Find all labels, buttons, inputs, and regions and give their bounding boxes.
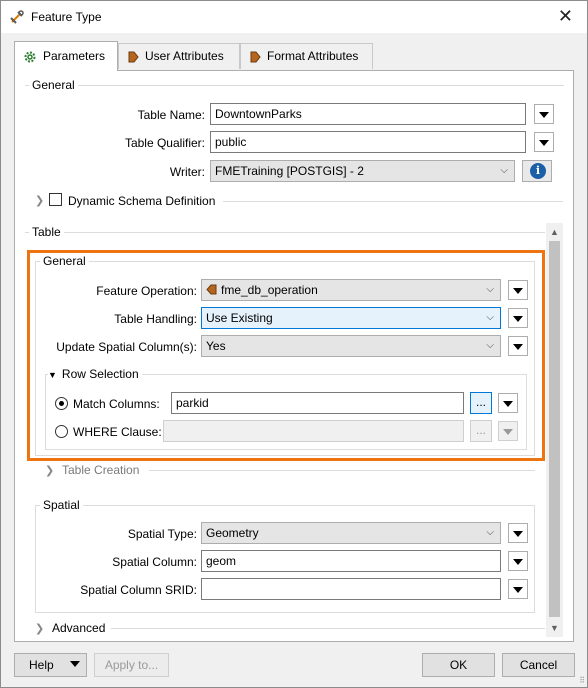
chevron-right-icon[interactable]: ❯ <box>35 194 44 207</box>
spatial-column-menu-button[interactable] <box>508 551 528 571</box>
spatial-type-value: Geometry <box>206 526 259 540</box>
cancel-button[interactable]: Cancel <box>502 653 575 677</box>
chevron-down-icon <box>513 531 523 537</box>
spatial-type-menu-button[interactable] <box>508 523 528 543</box>
writer-select[interactable]: FMETraining [POSTGIS] - 2 ⌵ <box>210 160 515 182</box>
arrow-tag-icon <box>128 51 139 63</box>
divider <box>149 470 535 471</box>
table-name-input[interactable]: DowntownParks <box>210 103 526 125</box>
chevron-down-icon: ⌵ <box>486 527 494 538</box>
tab-format-attributes-label: Format Attributes <box>267 49 359 63</box>
chevron-right-icon[interactable]: ❯ <box>45 464 54 477</box>
arrow-tag-icon <box>250 51 261 63</box>
tab-parameters-label: Parameters <box>43 49 106 63</box>
chevron-down-icon <box>513 559 523 565</box>
divider <box>111 628 545 629</box>
tab-parameters[interactable]: Parameters <box>14 41 118 71</box>
table-creation-label[interactable]: Table Creation <box>62 463 139 477</box>
spatial-srid-menu-button[interactable] <box>508 579 528 599</box>
writer-value: FMETraining [POSTGIS] - 2 <box>215 164 364 178</box>
spatial-legend: Spatial <box>40 498 83 512</box>
scroll-down-icon[interactable]: ▼ <box>550 623 559 633</box>
apply-to-button[interactable]: Apply to... <box>94 653 169 677</box>
resize-grip-icon[interactable]: ⠿ <box>579 676 585 685</box>
wrench-icon <box>10 10 24 24</box>
close-icon[interactable]: ✕ <box>558 6 573 27</box>
gear-icon <box>24 51 36 63</box>
vertical-scrollbar[interactable]: ▲ ▼ <box>546 223 563 637</box>
table-qualifier-input[interactable]: public <box>210 131 526 153</box>
help-button-label: Help <box>29 658 54 672</box>
table-name-menu-button[interactable] <box>534 104 554 124</box>
tab-format-attributes[interactable]: Format Attributes <box>240 43 373 69</box>
spatial-srid-input[interactable] <box>201 578 501 600</box>
scroll-up-icon[interactable]: ▲ <box>550 227 559 237</box>
table-qualifier-label: Table Qualifier: <box>124 136 205 150</box>
title-bar: Feature Type ✕ <box>1 1 587 33</box>
writer-label: Writer: <box>169 165 205 179</box>
help-button[interactable]: Help <box>14 653 87 677</box>
tab-user-attributes[interactable]: User Attributes <box>118 43 240 69</box>
table-qualifier-menu-button[interactable] <box>534 132 554 152</box>
table-name-label: Table Name: <box>137 108 205 122</box>
chevron-down-icon <box>70 661 80 667</box>
spatial-column-input[interactable]: geom <box>201 550 501 572</box>
general-legend: General <box>29 78 78 92</box>
divider <box>223 201 563 202</box>
feature-type-dialog: Feature Type ✕ Parameters User Attribute… <box>0 0 588 688</box>
ok-button[interactable]: OK <box>422 653 495 677</box>
advanced-label[interactable]: Advanced <box>52 621 105 635</box>
spatial-column-label: Spatial Column: <box>112 555 197 569</box>
dynamic-schema-label: Dynamic Schema Definition <box>68 194 216 208</box>
spatial-srid-label: Spatial Column SRID: <box>80 583 197 597</box>
window-title: Feature Type <box>31 10 102 24</box>
dynamic-schema-checkbox[interactable] <box>49 193 62 206</box>
tab-user-attributes-label: User Attributes <box>145 49 224 63</box>
highlight-outline <box>27 250 545 461</box>
chevron-down-icon <box>539 112 549 118</box>
chevron-down-icon <box>539 140 549 146</box>
scroll-thumb[interactable] <box>549 241 560 617</box>
chevron-down-icon: ⌵ <box>500 165 508 176</box>
chevron-down-icon <box>513 587 523 593</box>
table-legend: Table <box>29 225 64 239</box>
writer-info-button[interactable]: i <box>522 160 552 182</box>
chevron-right-icon[interactable]: ❯ <box>35 622 44 635</box>
info-icon: i <box>530 163 546 179</box>
spatial-type-label: Spatial Type: <box>127 527 197 541</box>
spatial-type-select[interactable]: Geometry ⌵ <box>201 522 501 544</box>
